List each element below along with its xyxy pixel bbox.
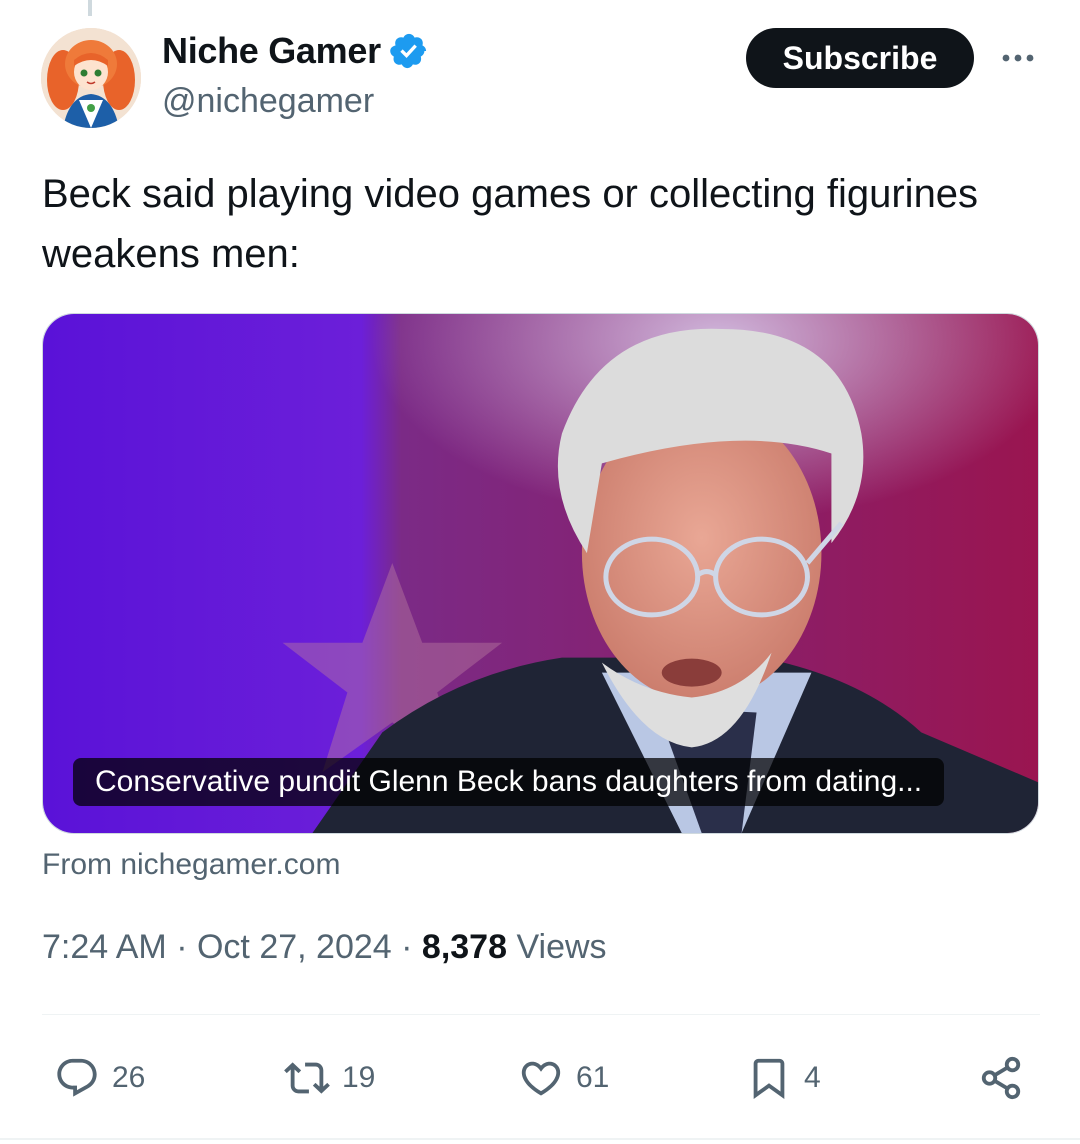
- verified-badge-icon: [390, 33, 426, 69]
- divider: [42, 1014, 1040, 1015]
- bookmark-icon: [753, 1058, 785, 1099]
- card-source[interactable]: From nichegamer.com: [42, 848, 340, 882]
- reply-icon: [57, 1058, 97, 1097]
- bottom-divider: [0, 1138, 1080, 1140]
- tweet-time[interactable]: 7:24 AM: [42, 928, 167, 966]
- tweet-date[interactable]: Oct 27, 2024: [197, 928, 392, 966]
- tweet-meta: 7:24 AM · Oct 27, 2024 · 8,378 Views: [42, 928, 607, 967]
- thread-connector-line: [88, 0, 92, 16]
- like-button[interactable]: 61: [518, 1048, 609, 1108]
- more-horizontal-icon[interactable]: [998, 40, 1038, 76]
- share-button[interactable]: [978, 1048, 1024, 1108]
- reply-count: 26: [112, 1061, 146, 1094]
- meta-separator: ·: [176, 928, 188, 966]
- tweet-text: Beck said playing video games or collect…: [42, 172, 979, 276]
- share-icon: [981, 1056, 1021, 1100]
- bookmark-button[interactable]: 4: [746, 1048, 821, 1108]
- repost-button[interactable]: 19: [284, 1048, 375, 1108]
- reply-button[interactable]: 26: [54, 1048, 145, 1108]
- author-display-name[interactable]: Niche Gamer: [162, 30, 381, 72]
- author-handle[interactable]: @nichegamer: [162, 82, 374, 121]
- card-caption: Conservative pundit Glenn Beck bans daug…: [73, 758, 945, 806]
- link-preview-card[interactable]: Conservative pundit Glenn Beck bans daug…: [42, 313, 1039, 834]
- avatar[interactable]: [41, 28, 141, 128]
- meta-separator: ·: [401, 928, 413, 966]
- repost-count: 19: [342, 1061, 376, 1094]
- views-label: Views: [516, 928, 607, 966]
- action-bar: 26 19 61 4: [0, 1048, 1080, 1108]
- repost-icon: [284, 1062, 330, 1094]
- author-name-row[interactable]: Niche Gamer: [162, 30, 429, 72]
- article-photo: [43, 314, 1038, 833]
- avatar-illustration: [41, 28, 141, 128]
- views-count: 8,378: [421, 928, 507, 966]
- subscribe-button[interactable]: Subscribe: [746, 28, 974, 88]
- bookmark-count: 4: [804, 1061, 821, 1094]
- like-count: 61: [576, 1061, 610, 1094]
- heart-icon: [521, 1061, 561, 1096]
